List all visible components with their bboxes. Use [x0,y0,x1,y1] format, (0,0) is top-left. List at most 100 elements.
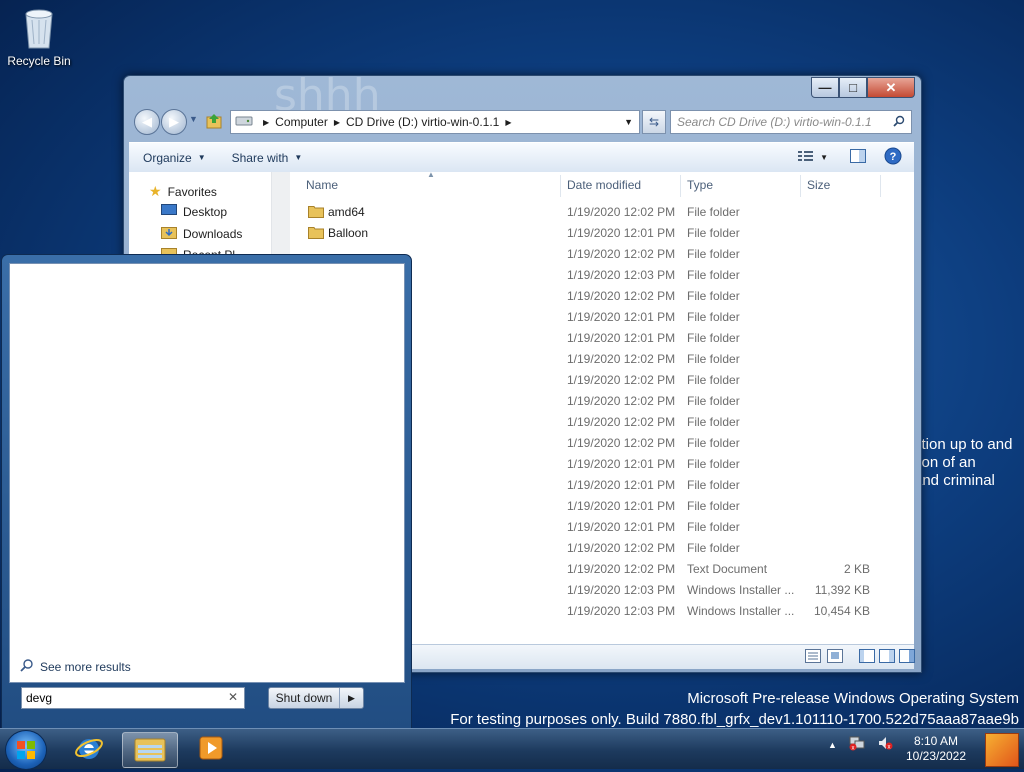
help-icon[interactable]: ? [884,147,902,168]
column-separator[interactable] [800,175,801,197]
search-icon[interactable] [893,115,905,130]
large-icons-view-icon[interactable] [827,649,843,666]
taskbar-windows-explorer[interactable] [122,732,178,768]
taskbar-internet-explorer[interactable] [62,732,116,766]
address-bar[interactable]: ▶ Computer ▶ CD Drive (D:) virtio-win-0.… [230,110,640,134]
file-date: 1/19/2020 12:02 PM [567,373,676,387]
file-date: 1/19/2020 12:01 PM [567,226,676,240]
refresh-button[interactable]: ⇆ [642,110,666,134]
watermark-line-1: Microsoft Pre-release Windows Operating … [687,690,1019,707]
clear-search-icon[interactable]: ✕ [228,690,238,704]
start-search-input[interactable] [22,688,220,708]
start-button[interactable] [5,730,47,770]
star-icon: ★ [149,183,162,199]
search-box[interactable]: Search CD Drive (D:) virtio-win-0.1.1 [670,110,912,134]
windows-logo-icon [17,741,35,759]
watermark-line-2: For testing purposes only. Build 7880.fb… [450,711,1019,728]
svg-text:x: x [887,745,890,751]
search-results-panel: See more results [9,263,405,683]
column-header-type[interactable]: Type [687,178,713,192]
media-player-icon [197,734,225,765]
file-date: 1/19/2020 12:01 PM [567,310,676,324]
nav-favorites-label: Favorites [167,184,217,199]
file-type: File folder [687,289,740,303]
column-separator[interactable] [680,175,681,197]
clock-time: 8:10 AM [913,734,959,748]
address-dropdown-icon[interactable]: ▼ [624,117,633,127]
system-clock[interactable]: 8:10 AM 10/23/2022 [896,734,976,764]
breadcrumb-cd-drive[interactable]: CD Drive (D:) virtio-win-0.1.1 [346,115,499,129]
minimize-button[interactable]: — [811,77,839,98]
forward-button[interactable]: ▶ [161,109,187,135]
shut-down-button[interactable]: Shut down ▶ [268,687,364,709]
column-header-date[interactable]: Date modified [567,178,641,192]
start-menu: See more results ✕ Shut down ▶ [1,254,412,730]
file-date: 1/19/2020 12:01 PM [567,520,676,534]
preview-pane-icon[interactable] [850,149,866,166]
see-more-results-link[interactable]: See more results [20,658,131,675]
file-date: 1/19/2020 12:03 PM [567,268,676,282]
breadcrumb-computer[interactable]: Computer [275,115,328,129]
file-row[interactable]: Balloon 1/19/2020 12:01 PM File folder [292,223,914,244]
see-more-results-label: See more results [40,659,131,674]
svg-text:x: x [851,746,854,752]
show-hidden-icons-icon[interactable]: ▲ [828,740,837,750]
file-date: 1/19/2020 12:02 PM [567,562,676,576]
file-type: File folder [687,205,740,219]
details-pane-toggle-icon[interactable] [899,649,915,666]
maximize-button[interactable]: □ [839,77,867,98]
nav-favorites[interactable]: ★ Favorites [149,183,217,200]
background-text-line: ction up to and [914,436,1013,453]
column-separator[interactable] [560,175,561,197]
column-header-size[interactable]: Size [807,178,830,192]
background-text-line: and criminal [914,472,995,489]
file-date: 1/19/2020 12:02 PM [567,247,676,261]
recycle-bin[interactable]: Recycle Bin [4,6,74,68]
chevron-down-icon: ▼ [197,153,206,162]
search-icon [20,658,34,675]
file-size: 10,454 KB [813,604,870,618]
up-folder-icon[interactable] [205,112,223,133]
close-button[interactable]: ✕ [867,77,915,98]
nav-desktop[interactable]: Desktop [161,204,227,219]
file-type: File folder [687,499,740,513]
layout-pane-icon[interactable] [859,649,875,666]
taskbar-media-player[interactable] [184,732,238,766]
shut-down-options-arrow-icon[interactable]: ▶ [340,693,363,704]
chevron-right-icon: ▶ [263,117,270,127]
file-name: Balloon [328,226,369,240]
back-button[interactable]: ◀ [134,109,160,135]
nav-downloads[interactable]: Downloads [161,225,242,242]
file-type: File folder [687,415,740,429]
start-search-box[interactable]: ✕ [21,687,245,709]
clock-date: 10/23/2022 [905,749,967,763]
file-date: 1/19/2020 12:02 PM [567,415,676,429]
share-with-menu[interactable]: Share with ▼ [218,151,315,165]
file-date: 1/19/2020 12:01 PM [567,499,676,513]
change-view-icon[interactable] [798,150,814,165]
file-size: 2 KB [843,562,870,576]
file-date: 1/19/2020 12:02 PM [567,205,676,219]
background-text-line: tion of an [914,454,976,471]
details-view-icon[interactable] [805,649,821,666]
organize-menu[interactable]: Organize ▼ [129,151,218,165]
show-desktop-button[interactable] [985,733,1019,767]
file-type: File folder [687,352,740,366]
file-date: 1/19/2020 12:02 PM [567,394,676,408]
volume-muted-icon[interactable]: x [877,735,893,754]
network-error-icon[interactable]: x [849,735,865,754]
folder-icon [308,204,324,221]
file-row[interactable]: amd64 1/19/2020 12:02 PM File folder [292,202,914,223]
downloads-folder-icon [161,225,177,242]
column-separator[interactable] [880,175,881,197]
view-options-chevron-icon[interactable]: ▼ [820,153,828,162]
file-size: 11,392 KB [814,583,870,597]
shut-down-label: Shut down [269,688,340,708]
chevron-right-icon: ▶ [333,117,340,127]
file-date: 1/19/2020 12:02 PM [567,436,676,450]
recycle-bin-label: Recycle Bin [7,54,71,68]
recent-pages-dropdown-icon[interactable]: ▼ [189,114,198,124]
file-date: 1/19/2020 12:02 PM [567,352,676,366]
preview-pane-toggle-icon[interactable] [879,649,895,666]
column-header-name[interactable]: Name [306,178,338,192]
